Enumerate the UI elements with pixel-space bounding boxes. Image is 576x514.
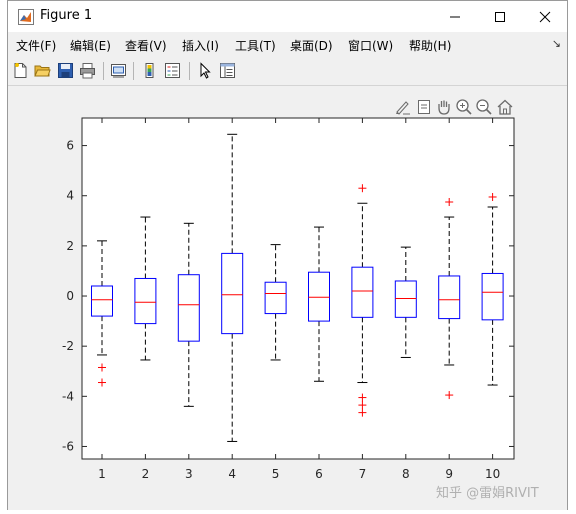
- x-tick-label: 4: [228, 467, 236, 481]
- x-tick-label: 10: [485, 467, 500, 481]
- x-tick-label: 1: [98, 467, 106, 481]
- x-tick-label: 2: [142, 467, 150, 481]
- y-tick-label: -2: [62, 339, 74, 353]
- y-tick-label: 2: [66, 239, 74, 253]
- y-tick-label: 0: [66, 289, 74, 303]
- x-tick-label: 6: [315, 467, 323, 481]
- axes-plot-area: [81, 117, 515, 460]
- y-tick-label: 4: [66, 189, 74, 203]
- x-tick-label: 8: [402, 467, 410, 481]
- x-tick-label: 7: [359, 467, 367, 481]
- y-tick-label: -4: [62, 389, 74, 403]
- x-tick-label: 3: [185, 467, 193, 481]
- x-tick-label: 9: [445, 467, 453, 481]
- x-tick-label: 5: [272, 467, 280, 481]
- y-tick-label: 6: [66, 139, 74, 153]
- y-tick-label: -6: [62, 439, 74, 453]
- boxplot-chart: -6 -4 -2 0 2 4 6 1 2 3 4 5 6 7 8 9 10: [62, 117, 515, 481]
